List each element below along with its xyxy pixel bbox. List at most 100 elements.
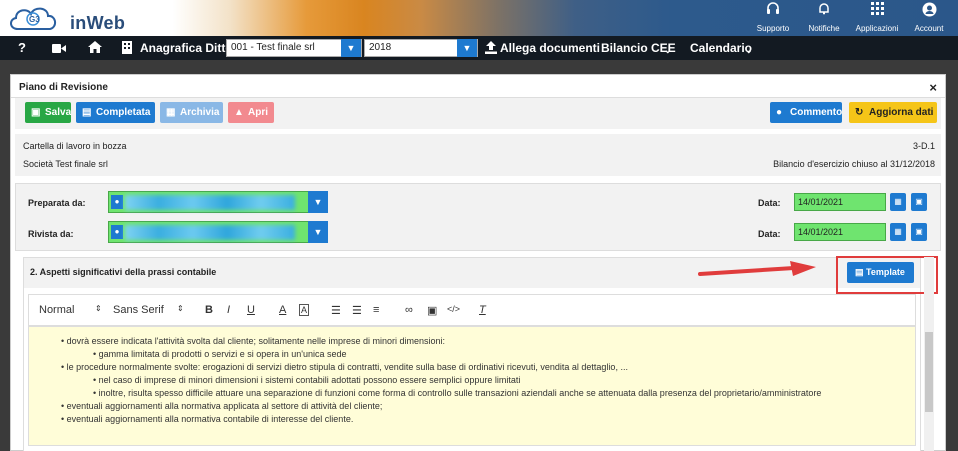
chevron-down-icon: ⌄	[664, 45, 672, 55]
template-highlight-box	[836, 256, 938, 294]
sort-icon: ⇕	[95, 304, 102, 313]
chevron-down-icon: ▼	[308, 221, 328, 243]
ordered-list-icon[interactable]: ☰	[331, 304, 341, 317]
bullet-list-icon[interactable]: ☰	[352, 304, 362, 317]
user-icon	[901, 2, 957, 20]
chevron-down-icon: ⌄	[745, 45, 753, 55]
sort-icon: ⇕	[177, 304, 184, 313]
completata-button[interactable]: ▤ Completata	[76, 102, 155, 123]
app-name: inWeb	[70, 13, 126, 33]
company-select[interactable]: 001 - Test finale srl ▼	[226, 39, 362, 57]
notifications-label: Notifiche	[808, 24, 840, 33]
code-icon[interactable]: </>	[447, 304, 460, 314]
chevron-down-icon: ▼	[457, 39, 477, 57]
floppy-icon: ▣	[31, 107, 41, 118]
preparata-select[interactable]: ● ▼	[108, 191, 328, 213]
italic-button[interactable]: I	[227, 304, 230, 316]
editor-line: • nel caso di imprese di minori dimensio…	[93, 375, 521, 385]
commento-button[interactable]: ● Commento	[770, 102, 842, 123]
applications-button[interactable]: Applicazioni	[849, 2, 905, 34]
rich-text-editor[interactable]: • dovrà essere indicata l'attività svolt…	[28, 326, 916, 446]
bold-button[interactable]: B	[205, 304, 213, 316]
save-button[interactable]: ▣ Salva	[25, 102, 71, 123]
calendar-check-icon[interactable]: ▣	[911, 193, 927, 211]
close-icon[interactable]: ×	[929, 80, 937, 95]
calendar-check-icon[interactable]: ▣	[911, 223, 927, 241]
underline-button[interactable]: U	[247, 304, 255, 316]
user-icon: ●	[111, 225, 123, 239]
company-select-value: 001 - Test finale srl	[231, 42, 315, 53]
clear-format-button[interactable]: T	[479, 304, 486, 316]
clipboard-icon: ▤	[82, 107, 92, 118]
editor-line: • gamma limitata di prodotti o servizi e…	[93, 349, 347, 359]
redacted-name	[125, 195, 295, 210]
editor-toolbar: Normal ⇕ Sans Serif ⇕ B I U A A ☰ ☰ ≡ ∞ …	[28, 294, 916, 326]
rivista-label: Rivista da:	[28, 229, 74, 239]
background-color-button[interactable]: A	[299, 304, 310, 316]
home-icon[interactable]	[88, 41, 102, 57]
format-select[interactable]: Normal	[39, 304, 74, 316]
applications-label: Applicazioni	[855, 24, 899, 33]
apri-label: Apri	[248, 107, 268, 118]
completata-label: Completata	[96, 107, 151, 118]
help-icon[interactable]: ?	[18, 40, 26, 56]
aggiorna-label: Aggiorna dati	[869, 107, 934, 118]
upload-icon	[485, 41, 497, 58]
rivista-date-input[interactable]: 14/01/2021	[794, 223, 886, 241]
comment-icon: ●	[776, 107, 783, 118]
notifications-button[interactable]: Notifiche	[796, 2, 852, 34]
support-button[interactable]: Supporto	[745, 2, 801, 34]
headset-icon	[745, 2, 801, 20]
calendario-menu[interactable]: Calendario	[690, 41, 752, 55]
bell-icon	[796, 2, 852, 20]
data-label: Data:	[758, 198, 781, 208]
aggiorna-dati-button[interactable]: ↻ Aggiorna dati	[849, 102, 937, 123]
preparata-label: Preparata da:	[28, 198, 86, 208]
building-icon	[122, 41, 132, 58]
status-text: Cartella di lavoro in bozza	[23, 141, 127, 151]
video-camera-icon[interactable]	[52, 42, 66, 58]
save-label: Salva	[45, 107, 72, 118]
folder-open-icon: ▲	[234, 107, 244, 118]
chevron-down-icon: ▼	[308, 191, 328, 213]
align-left-icon[interactable]: ≡	[373, 304, 379, 316]
editor-line: • inoltre, risulta spesso difficile attu…	[93, 388, 822, 398]
archivia-label: Archivia	[180, 107, 220, 118]
nav-bar: ? Anagrafica Ditte 001 - Test finale srl…	[0, 36, 958, 60]
year-select-value: 2018	[369, 42, 392, 53]
calendar-icon[interactable]: ▦	[890, 223, 906, 241]
editor-line: • dovrà essere indicata l'attività svolt…	[61, 336, 446, 346]
editor-line: • eventuali aggiornamenti alla normativa…	[61, 414, 354, 424]
account-button[interactable]: Account	[901, 2, 957, 34]
preparata-date-input[interactable]: 14/01/2021	[794, 193, 886, 211]
redacted-name	[125, 225, 295, 240]
editor-line: • le procedure normalmente svolte: eroga…	[61, 362, 628, 372]
bilancio-text: Bilancio d'esercizio chiuso al 31/12/201…	[773, 159, 935, 169]
account-label: Account	[914, 24, 944, 33]
image-icon[interactable]: ▣	[427, 304, 437, 317]
document-info: Cartella di lavoro in bozza 3-D.1 Societ…	[15, 134, 941, 176]
action-toolbar: ▣ Salva ▤ Completata ▦ Archivia ▲ Apri ● Comm…	[15, 98, 941, 129]
apri-button[interactable]: ▲ Apri	[228, 102, 274, 123]
cloud-logo-icon: G3	[10, 7, 56, 30]
arrow-annotation-icon	[698, 261, 816, 276]
modal-title: Piano di Revisione	[19, 82, 108, 93]
section-aspetti-significativi: 2. Aspetti significativi della prassi co…	[23, 256, 938, 451]
grid-icon	[849, 2, 905, 20]
editor-line: • eventuali aggiornamenti alla normativa…	[61, 401, 383, 411]
app-header: G3 inWeb Supporto Notifiche Applicazioni…	[0, 0, 958, 36]
rivista-select[interactable]: ● ▼	[108, 221, 328, 243]
vertical-scrollbar[interactable]	[924, 257, 934, 451]
calendar-icon[interactable]: ▦	[890, 193, 906, 211]
document-code: 3-D.1	[912, 141, 935, 151]
year-select[interactable]: 2018 ▼	[364, 39, 478, 57]
archive-icon: ▦	[166, 107, 176, 118]
svg-text:G3: G3	[29, 15, 40, 24]
font-color-button[interactable]: A	[279, 304, 286, 316]
archivia-button[interactable]: ▦ Archivia	[160, 102, 223, 123]
link-icon[interactable]: ∞	[405, 304, 413, 316]
chevron-down-icon: ▼	[341, 39, 361, 57]
scroll-thumb[interactable]	[925, 332, 933, 412]
allega-documenti-link[interactable]: Allega documenti	[500, 41, 600, 55]
font-select[interactable]: Sans Serif	[113, 304, 164, 316]
